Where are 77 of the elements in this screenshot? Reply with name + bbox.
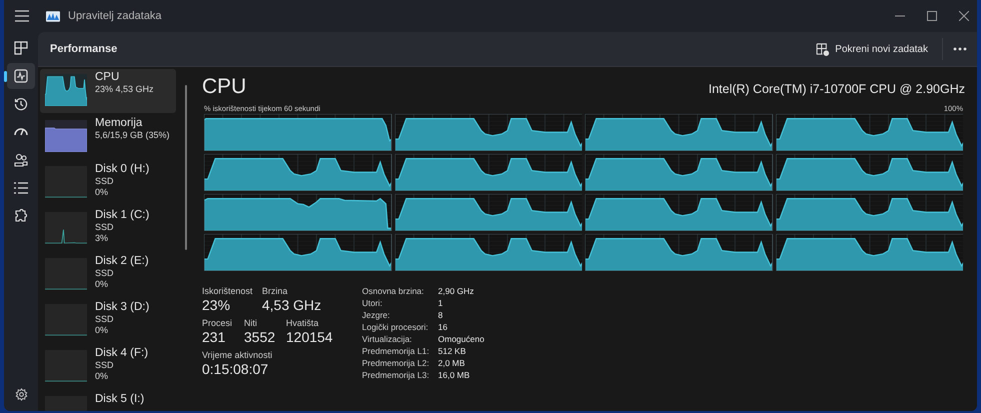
- history-icon: [14, 97, 28, 111]
- nav-item[interactable]: [7, 63, 35, 89]
- spec-label: Utori:: [362, 298, 384, 308]
- stat-label: Iskorištenost: [202, 286, 254, 296]
- spec-value: Omogućeno: [438, 334, 484, 344]
- resource-detail: 23% 4,53 GHz: [95, 84, 154, 95]
- spec-value: 16,0 MB: [438, 370, 471, 380]
- stat-label: Brzina: [262, 286, 289, 296]
- menu-icon[interactable]: [15, 10, 29, 22]
- spec-value: 1: [438, 298, 444, 308]
- resource-name: Disk 5 (I:): [95, 393, 144, 406]
- disk-type: SSD: [95, 176, 115, 187]
- disk-usage: 0%: [95, 325, 110, 336]
- app-icon: [46, 10, 60, 22]
- resource-name: CPU: [95, 71, 120, 84]
- disk-usage: 0%: [95, 279, 110, 290]
- spec-value: 512 KB: [438, 346, 467, 356]
- resource-item[interactable]: Disk 3 (D:) SSD 0%: [40, 299, 176, 343]
- resource-item[interactable]: Disk 0 (H:) SSD 0%: [40, 161, 176, 205]
- cpu-title: CPU: [202, 75, 246, 99]
- resource-name: Disk 2 (E:): [95, 255, 149, 268]
- stat-value: 0:15:08:07: [202, 361, 270, 377]
- cpu-model: Intel(R) Core(TM) i7-10700F CPU @ 2.90GHz: [708, 82, 965, 96]
- resource-name: Disk 0 (H:): [95, 163, 150, 176]
- run-task-button[interactable]: Pokreni novi zadatak: [810, 38, 934, 60]
- resource-item[interactable]: Disk 2 (E:) SSD 0%: [40, 253, 176, 297]
- stat-value: 120154: [286, 329, 333, 345]
- stat-value: 3552: [244, 329, 276, 345]
- scrollbar-thumb[interactable]: [185, 85, 187, 250]
- close-icon[interactable]: [959, 11, 969, 21]
- pulse-icon: [14, 69, 28, 83]
- disk-type: SSD: [95, 222, 115, 233]
- resource-name: Disk 3 (D:): [95, 301, 150, 314]
- resource-item[interactable]: CPU 23% 4,53 GHz: [40, 69, 176, 113]
- spec-label: Virtualizacija:: [362, 334, 413, 344]
- resource-item[interactable]: Disk 5 (I:): [40, 391, 176, 411]
- spec-label: Predmemorija L1:: [362, 346, 430, 356]
- stat-value: 231: [202, 329, 226, 345]
- page-title: Performanse: [50, 43, 118, 55]
- grid-icon: [14, 41, 28, 55]
- spec-label: Osnovna brzina:: [362, 286, 425, 296]
- stat-label: Procesi: [202, 318, 234, 328]
- spec-value: 2,0 MB: [438, 358, 466, 368]
- disk-usage: 0%: [95, 187, 110, 198]
- new-task-icon: [816, 42, 830, 56]
- resource-item[interactable]: Memorija 5,6/15,9 GB (35%): [40, 115, 176, 159]
- resource-item[interactable]: Disk 1 (C:) SSD 3%: [40, 207, 176, 251]
- users-icon: [14, 153, 28, 167]
- resource-name: Disk 4 (F:): [95, 347, 148, 360]
- stat-label: Hvatišta: [286, 318, 320, 328]
- disk-usage: 0%: [95, 371, 110, 382]
- speedometer-icon: [14, 127, 28, 137]
- list-icon: [14, 182, 28, 194]
- maximize-icon[interactable]: [927, 11, 937, 21]
- disk-usage: 3%: [95, 233, 110, 244]
- spec-value: 8: [438, 310, 444, 320]
- stat-value: 4,53 GHz: [262, 297, 322, 313]
- stat-label: Niti: [244, 318, 258, 328]
- puzzle-icon: [14, 209, 28, 223]
- more-icon[interactable]: [953, 47, 967, 51]
- stat-label: Vrijeme aktivnosti: [202, 350, 274, 360]
- spec-value: 2,90 GHz: [438, 286, 475, 296]
- stat-value: 23%: [202, 297, 232, 313]
- resource-name: Disk 1 (C:): [95, 209, 150, 222]
- spec-label: Logički procesori:: [362, 322, 430, 332]
- resource-detail: 5,6/15,9 GB (35%): [95, 130, 170, 141]
- resource-name: Memorija: [95, 117, 144, 130]
- spec-value: 16: [438, 322, 448, 332]
- spec-label: Predmemorija L3:: [362, 370, 430, 380]
- window-title: Upravitelj zadataka: [68, 10, 162, 22]
- resource-item[interactable]: Disk 4 (F:) SSD 0%: [40, 345, 176, 389]
- spec-label: Predmemorija L2:: [362, 358, 430, 368]
- spec-label: Jezgre:: [362, 310, 391, 320]
- disk-type: SSD: [95, 360, 115, 371]
- disk-type: SSD: [95, 268, 115, 279]
- settings-icon[interactable]: [14, 388, 28, 401]
- disk-type: SSD: [95, 314, 115, 325]
